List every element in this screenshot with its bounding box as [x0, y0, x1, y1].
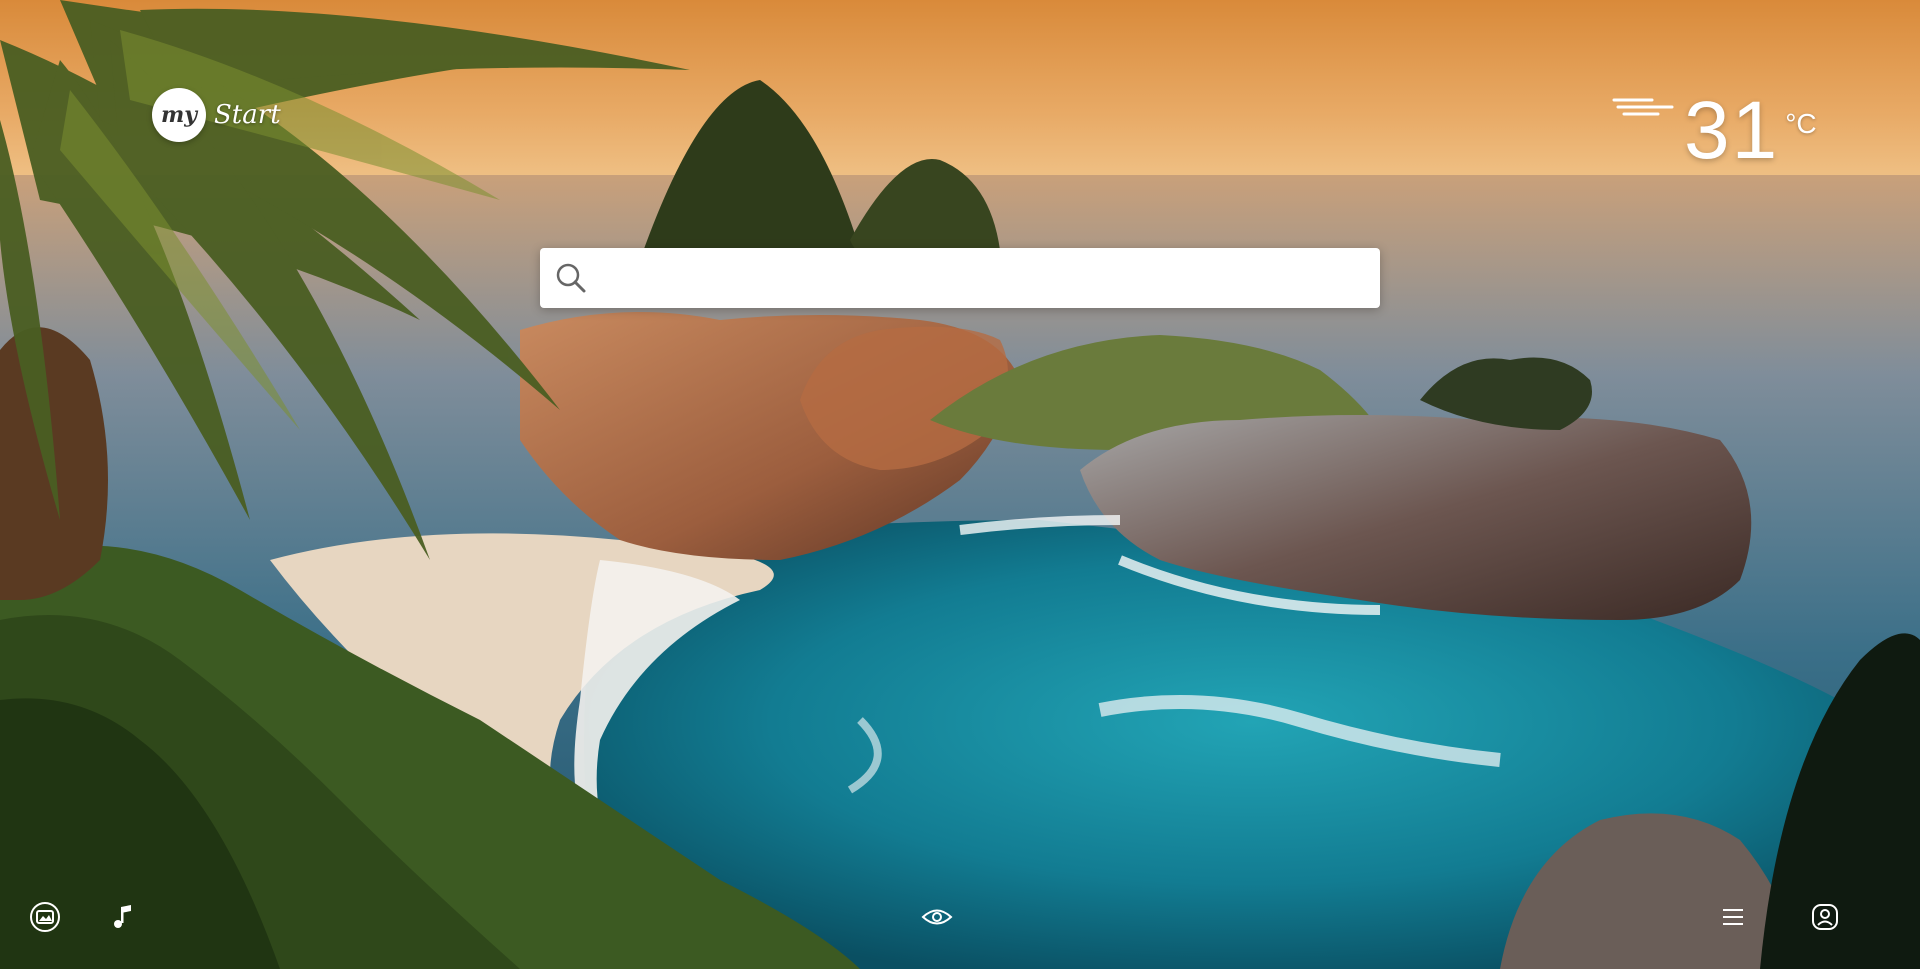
search-bar[interactable]: [540, 248, 1380, 308]
profile-icon[interactable]: [1808, 900, 1842, 934]
logo-wordmark: Start: [214, 100, 281, 130]
wind-icon: [1612, 96, 1674, 127]
eye-icon[interactable]: [920, 900, 954, 934]
temperature-unit: °C: [1785, 108, 1817, 139]
menu-icon[interactable]: [1716, 900, 1750, 934]
mystart-logo[interactable]: my Start: [152, 88, 281, 142]
music-icon[interactable]: [106, 900, 140, 934]
search-icon[interactable]: [554, 261, 588, 295]
search-input[interactable]: [588, 248, 1380, 308]
weather-widget[interactable]: 31 °C: [1612, 86, 1817, 176]
logo-badge: my: [152, 88, 206, 142]
photo-icon[interactable]: [28, 900, 62, 934]
temperature-value: 31: [1684, 85, 1780, 176]
